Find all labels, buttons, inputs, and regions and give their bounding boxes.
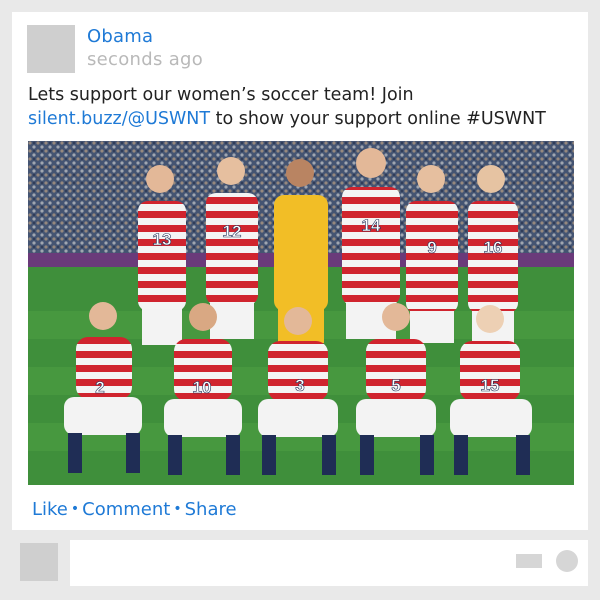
- post-link[interactable]: silent.buzz/@USWNT: [28, 109, 210, 129]
- jersey-number: 14: [362, 216, 381, 235]
- post-text: Lets support our women’s soccer team! Jo…: [28, 83, 578, 131]
- team-photo-image: 13 12 14 9 16 2 10 3 5 15: [28, 141, 574, 485]
- author-name[interactable]: Obama: [87, 26, 153, 47]
- jersey-number: 5: [391, 376, 400, 395]
- action-separator: •: [173, 501, 182, 517]
- camera-icon[interactable]: [516, 554, 542, 568]
- comment-composer: [12, 538, 588, 588]
- jersey-number: 16: [484, 238, 503, 257]
- comment-input[interactable]: [70, 540, 588, 586]
- user-avatar: [20, 543, 58, 581]
- jersey-number: 2: [95, 378, 104, 397]
- share-button[interactable]: Share: [185, 499, 237, 520]
- comment-button[interactable]: Comment: [82, 499, 170, 520]
- post-timestamp: seconds ago: [87, 49, 204, 70]
- post-card: Obama seconds ago Lets support our women…: [12, 12, 588, 530]
- emoji-icon[interactable]: [556, 550, 578, 572]
- team-photo[interactable]: 13 12 14 9 16 2 10 3 5 15: [28, 141, 574, 485]
- jersey-number: 9: [427, 238, 436, 257]
- jersey-number: 15: [481, 376, 500, 395]
- jersey-number: 10: [193, 378, 212, 397]
- like-button[interactable]: Like: [32, 499, 68, 520]
- action-separator: •: [70, 501, 80, 517]
- jersey-number: 12: [223, 222, 242, 241]
- post-actions: Like • Comment • Share: [32, 499, 237, 520]
- post-text-prefix: Lets support our women’s soccer team! Jo…: [28, 85, 414, 105]
- post-text-suffix: to show your support online #USWNT: [210, 109, 546, 129]
- jersey-number: 3: [295, 376, 304, 395]
- author-avatar[interactable]: [27, 25, 75, 73]
- jersey-number: 13: [153, 230, 172, 249]
